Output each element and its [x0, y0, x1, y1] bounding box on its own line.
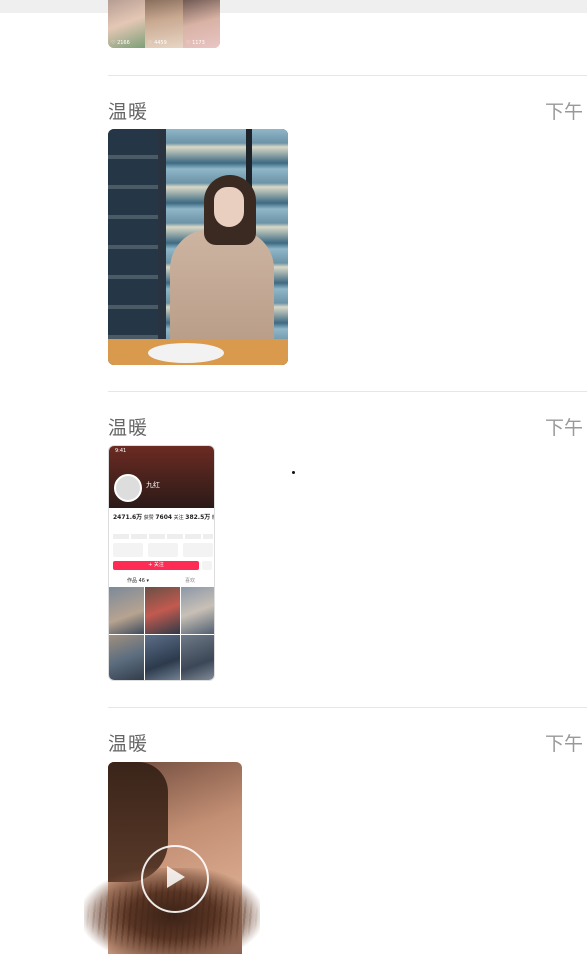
- shared-profile-screenshot[interactable]: 9:41 九红 2471.6万 获赞 7604 关注 382.5万 粉丝 + 关…: [108, 445, 215, 681]
- divider: [108, 707, 587, 708]
- thumbnail-like-count: ♡ 4459: [148, 40, 167, 46]
- play-triangle-icon: [167, 866, 185, 888]
- divider: [108, 75, 587, 76]
- profile-actions: [113, 543, 213, 557]
- shared-photo[interactable]: [108, 129, 288, 365]
- status-time: 9:41: [115, 448, 127, 454]
- more-button: [202, 561, 212, 570]
- message-time: 下午: [545, 733, 584, 755]
- follow-button: + 关注: [113, 561, 199, 570]
- video-grid: [109, 587, 214, 680]
- sender-name: 温暖: [108, 417, 149, 439]
- profile-tabs: 作品 46 ▾ 喜欢: [109, 574, 214, 586]
- chat-history-page: ♡ 2166 ♡ 4459 ♡ 1173 温暖 下午 温暖 下午 9:41 九红…: [0, 0, 587, 954]
- cursor-dot: [292, 471, 295, 474]
- profile-name: 九红: [146, 481, 160, 489]
- message-time: 下午: [545, 417, 584, 439]
- thumbnail-like-count: ♡ 1173: [186, 40, 205, 46]
- thumbnail-strip-image[interactable]: ♡ 2166 ♡ 4459 ♡ 1173: [108, 0, 220, 48]
- profile-stats: 2471.6万 获赞 7604 关注 382.5万 粉丝: [113, 514, 214, 521]
- profile-tags: [113, 534, 213, 539]
- top-bar: [0, 0, 587, 13]
- tab-likes: 喜欢: [185, 578, 196, 584]
- sender-name: 温暖: [108, 101, 149, 123]
- thumbnail-like-count: ♡ 2166: [111, 40, 130, 46]
- sender-name: 温暖: [108, 733, 149, 755]
- tab-works: 作品 46 ▾: [127, 578, 150, 584]
- avatar: [114, 474, 142, 502]
- message-time: 下午: [545, 101, 584, 123]
- divider: [108, 391, 587, 392]
